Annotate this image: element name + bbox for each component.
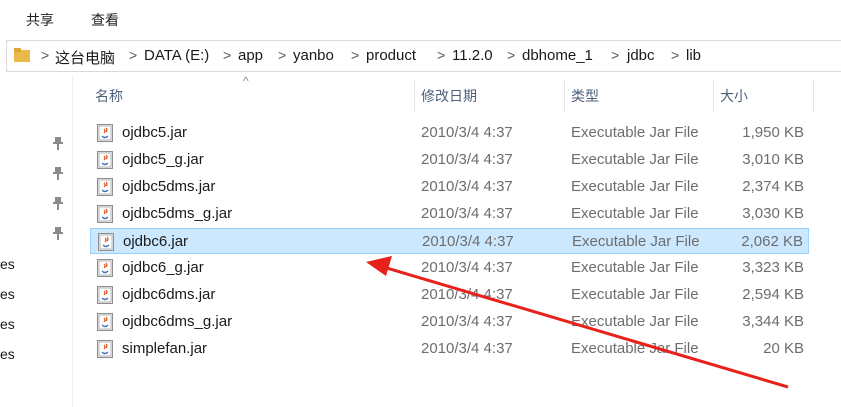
file-name: ojdbc5.jar [122, 124, 188, 141]
java-jar-icon [98, 233, 114, 251]
file-type: Executable Jar File [571, 340, 699, 357]
file-row[interactable]: simplefan.jar 2010/3/4 4:37 Executable Jar… [90, 336, 809, 362]
column-header-size[interactable]: 大小 [714, 80, 814, 112]
file-name: ojdbc5_g.jar [122, 151, 204, 168]
file-modified: 2010/3/4 4:37 [421, 205, 513, 222]
file-row[interactable]: ojdbc5.jar 2010/3/4 4:37 Executable Jar Fi… [90, 120, 809, 146]
ribbon-tab-view[interactable]: 查看 [91, 10, 119, 30]
breadcrumb-separator[interactable]: > [351, 47, 359, 63]
breadcrumb-this-pc[interactable]: 这台电脑 [55, 47, 115, 68]
breadcrumb-version[interactable]: 11.2.0 [452, 47, 493, 64]
java-jar-icon [97, 340, 113, 358]
file-modified: 2010/3/4 4:37 [421, 313, 513, 330]
column-header-modified[interactable]: 修改日期 [415, 80, 565, 112]
file-name: ojdbc6_g.jar [122, 259, 204, 276]
ribbon: 共享 查看 [0, 0, 841, 36]
breadcrumb-drive[interactable]: DATA (E:) [144, 47, 209, 64]
java-jar-icon [97, 205, 113, 223]
file-row[interactable]: ojdbc6.jar 2010/3/4 4:37 Executable Jar Fi… [90, 228, 809, 254]
java-jar-icon [97, 286, 113, 304]
breadcrumb-separator[interactable]: > [223, 47, 231, 63]
java-jar-icon [97, 151, 113, 169]
file-type: Executable Jar File [571, 151, 699, 168]
nav-item-label[interactable]: es [0, 346, 15, 362]
file-name: simplefan.jar [122, 340, 208, 357]
file-size: 1,950 KB [742, 124, 804, 141]
pin-icon[interactable] [52, 136, 64, 150]
file-row[interactable]: ojdbc6_g.jar 2010/3/4 4:37 Executable Jar … [90, 255, 809, 281]
java-jar-icon [97, 178, 113, 196]
file-row[interactable]: ojdbc6dms_g.jar 2010/3/4 4:37 Executable J… [90, 309, 809, 335]
file-type: Executable Jar File [571, 259, 699, 276]
breadcrumb-separator[interactable]: > [611, 47, 619, 63]
file-name: ojdbc5dms.jar [122, 178, 216, 195]
breadcrumb-separator[interactable]: > [671, 47, 679, 63]
file-modified: 2010/3/4 4:37 [421, 151, 513, 168]
file-modified: 2010/3/4 4:37 [421, 286, 513, 303]
pin-icon[interactable] [52, 166, 64, 180]
file-size: 2,062 KB [741, 233, 803, 250]
pin-icon[interactable] [52, 226, 64, 240]
file-modified: 2010/3/4 4:37 [421, 178, 513, 195]
file-name: ojdbc6dms.jar [122, 286, 216, 303]
file-type: Executable Jar File [571, 178, 699, 195]
file-modified: 2010/3/4 4:37 [421, 259, 513, 276]
breadcrumb-yanbo[interactable]: yanbo [293, 47, 334, 64]
file-size: 20 KB [763, 340, 804, 357]
file-type: Executable Jar File [572, 233, 700, 250]
java-jar-icon [97, 259, 113, 277]
file-size: 2,594 KB [742, 286, 804, 303]
nav-item-label[interactable]: es [0, 286, 15, 302]
folder-icon [14, 48, 30, 62]
file-size: 3,323 KB [742, 259, 804, 276]
column-header-type[interactable]: 类型 [565, 80, 714, 112]
file-row[interactable]: ojdbc6dms.jar 2010/3/4 4:37 Executable Jar… [90, 282, 809, 308]
breadcrumb-separator[interactable]: > [437, 47, 445, 63]
nav-item-label[interactable]: es [0, 256, 15, 272]
file-modified: 2010/3/4 4:37 [421, 124, 513, 141]
breadcrumb-separator: > [41, 47, 50, 63]
file-type: Executable Jar File [571, 286, 699, 303]
navigation-pane: es es es es [0, 76, 73, 407]
file-type: Executable Jar File [571, 124, 699, 141]
file-size: 3,010 KB [742, 151, 804, 168]
breadcrumb-dbhome[interactable]: dbhome_1 [522, 47, 593, 64]
java-jar-icon [97, 124, 113, 142]
breadcrumb-separator[interactable]: > [278, 47, 286, 63]
file-name: ojdbc5dms_g.jar [122, 205, 233, 222]
file-row[interactable]: ojdbc5dms.jar 2010/3/4 4:37 Executable Jar… [90, 174, 809, 200]
file-name: ojdbc6dms_g.jar [122, 313, 233, 330]
breadcrumb-app[interactable]: app [238, 47, 263, 64]
file-type: Executable Jar File [571, 313, 699, 330]
file-size: 3,030 KB [742, 205, 804, 222]
nav-item-label[interactable]: es [0, 316, 15, 332]
file-modified: 2010/3/4 4:37 [421, 340, 513, 357]
address-bar[interactable]: > 这台电脑 > DATA (E:) > app > yanbo > produ… [6, 40, 841, 72]
file-type: Executable Jar File [571, 205, 699, 222]
breadcrumb-jdbc[interactable]: jdbc [627, 47, 655, 64]
ribbon-tab-share[interactable]: 共享 [26, 10, 54, 30]
breadcrumb-lib[interactable]: lib [686, 47, 701, 64]
pin-icon[interactable] [52, 196, 64, 210]
breadcrumb-separator[interactable]: > [129, 47, 137, 63]
breadcrumb-separator[interactable]: > [507, 47, 515, 63]
column-header-name[interactable]: 名称 [89, 80, 415, 112]
file-size: 3,344 KB [742, 313, 804, 330]
file-row[interactable]: ojdbc5_g.jar 2010/3/4 4:37 Executable Jar … [90, 147, 809, 173]
file-name: ojdbc6.jar [123, 233, 189, 250]
column-header-row: 名称 修改日期 类型 大小 [76, 80, 816, 112]
java-jar-icon [97, 313, 113, 331]
breadcrumb-product[interactable]: product [366, 47, 416, 64]
file-row[interactable]: ojdbc5dms_g.jar 2010/3/4 4:37 Executable J… [90, 201, 809, 227]
file-modified: 2010/3/4 4:37 [422, 233, 514, 250]
file-size: 2,374 KB [742, 178, 804, 195]
